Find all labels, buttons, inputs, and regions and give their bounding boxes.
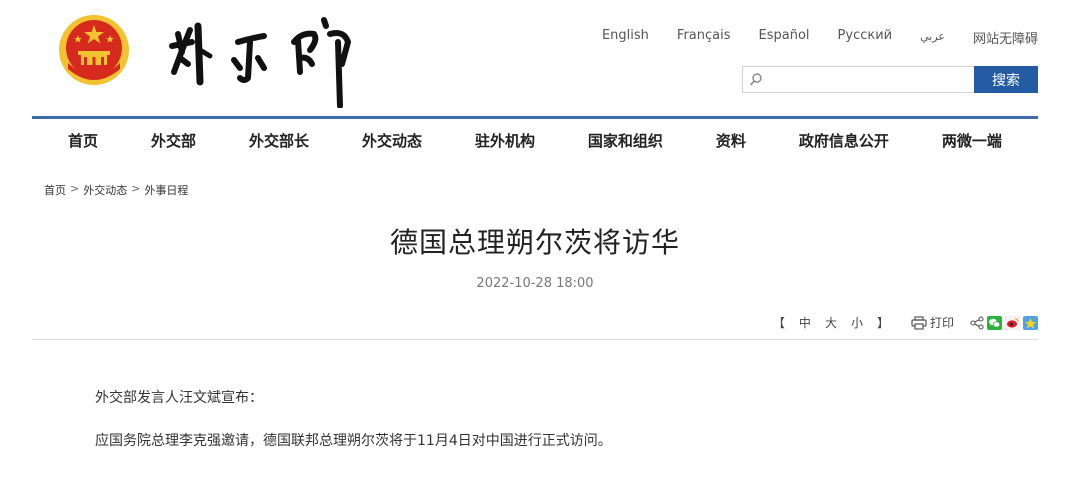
article-title: 德国总理朔尔茨将访华 — [389, 226, 680, 259]
article-date: 2022-10-28 18:00 — [476, 276, 594, 291]
accessibility-link[interactable]: 网站无障碍 — [973, 28, 1038, 47]
nav-item-diplomatic-news[interactable]: 外交动态 — [362, 119, 422, 162]
article-paragraph: 应国务院总理李克强邀请，德国联邦总理朔尔茨将于11月4日对中国进行正式访问。 — [95, 433, 612, 449]
nav-item-resources[interactable]: 资料 — [716, 119, 746, 162]
nav-item-minister[interactable]: 外交部长 — [249, 119, 309, 162]
search-bar: 搜索 — [742, 66, 1038, 93]
breadcrumb-separator: > — [131, 182, 141, 195]
lang-spanish-link[interactable]: Español — [759, 28, 810, 47]
qzone-icon[interactable] — [1023, 315, 1038, 330]
search-input[interactable] — [742, 66, 974, 93]
ministry-calligraphy-logo — [169, 17, 351, 108]
font-size-large-button[interactable]: 大 — [825, 314, 837, 331]
nav-item-government-info[interactable]: 政府信息公开 — [799, 119, 889, 162]
print-button[interactable]: 打印 — [911, 314, 954, 331]
wechat-icon[interactable] — [987, 315, 1002, 330]
breadcrumb: 首页 > 外交动态 > 外事日程 — [44, 182, 188, 198]
breadcrumb-home-link[interactable]: 首页 — [44, 182, 66, 198]
national-emblem-icon — [59, 15, 129, 85]
font-size-controls: 【 中 大 小 】 — [773, 314, 889, 331]
lang-french-link[interactable]: Français — [677, 28, 731, 47]
font-size-medium-button[interactable]: 中 — [799, 314, 811, 331]
search-icon — [750, 73, 762, 86]
nav-item-home[interactable]: 首页 — [68, 119, 98, 162]
article-paragraph: 外交部发言人汪文斌宣布： — [95, 390, 263, 406]
font-size-small-button[interactable]: 小 — [851, 314, 863, 331]
lang-russian-link[interactable]: Русский — [838, 28, 893, 47]
print-label: 打印 — [929, 316, 954, 330]
lang-english-link[interactable]: English — [602, 28, 649, 47]
language-bar: English Français Español Русский عربي 网站… — [602, 28, 1038, 47]
font-size-open-bracket: 【 — [772, 316, 785, 330]
breadcrumb-news-link[interactable]: 外交动态 — [83, 182, 127, 198]
content-divider — [32, 339, 1038, 340]
article-tools: 【 中 大 小 】 打印 — [773, 314, 1038, 331]
nav-item-missions-abroad[interactable]: 驻外机构 — [475, 119, 535, 162]
main-nav: 首页 外交部 外交部长 外交动态 驻外机构 国家和组织 资料 政府信息公开 两微… — [32, 116, 1038, 162]
search-button[interactable]: 搜索 — [974, 66, 1038, 93]
lang-arabic-link[interactable]: عربي — [920, 28, 945, 47]
weibo-icon[interactable] — [1005, 315, 1020, 330]
breadcrumb-schedule-link[interactable]: 外事日程 — [144, 182, 188, 198]
printer-icon — [911, 315, 927, 330]
nav-item-social-media[interactable]: 两微一端 — [942, 119, 1002, 162]
nav-item-countries-organizations[interactable]: 国家和组织 — [588, 119, 663, 162]
font-size-close-bracket: 】 — [876, 316, 889, 330]
share-icon[interactable] — [970, 315, 984, 330]
share-bar — [970, 315, 1038, 330]
breadcrumb-separator: > — [70, 182, 80, 195]
nav-item-ministry[interactable]: 外交部 — [151, 119, 196, 162]
